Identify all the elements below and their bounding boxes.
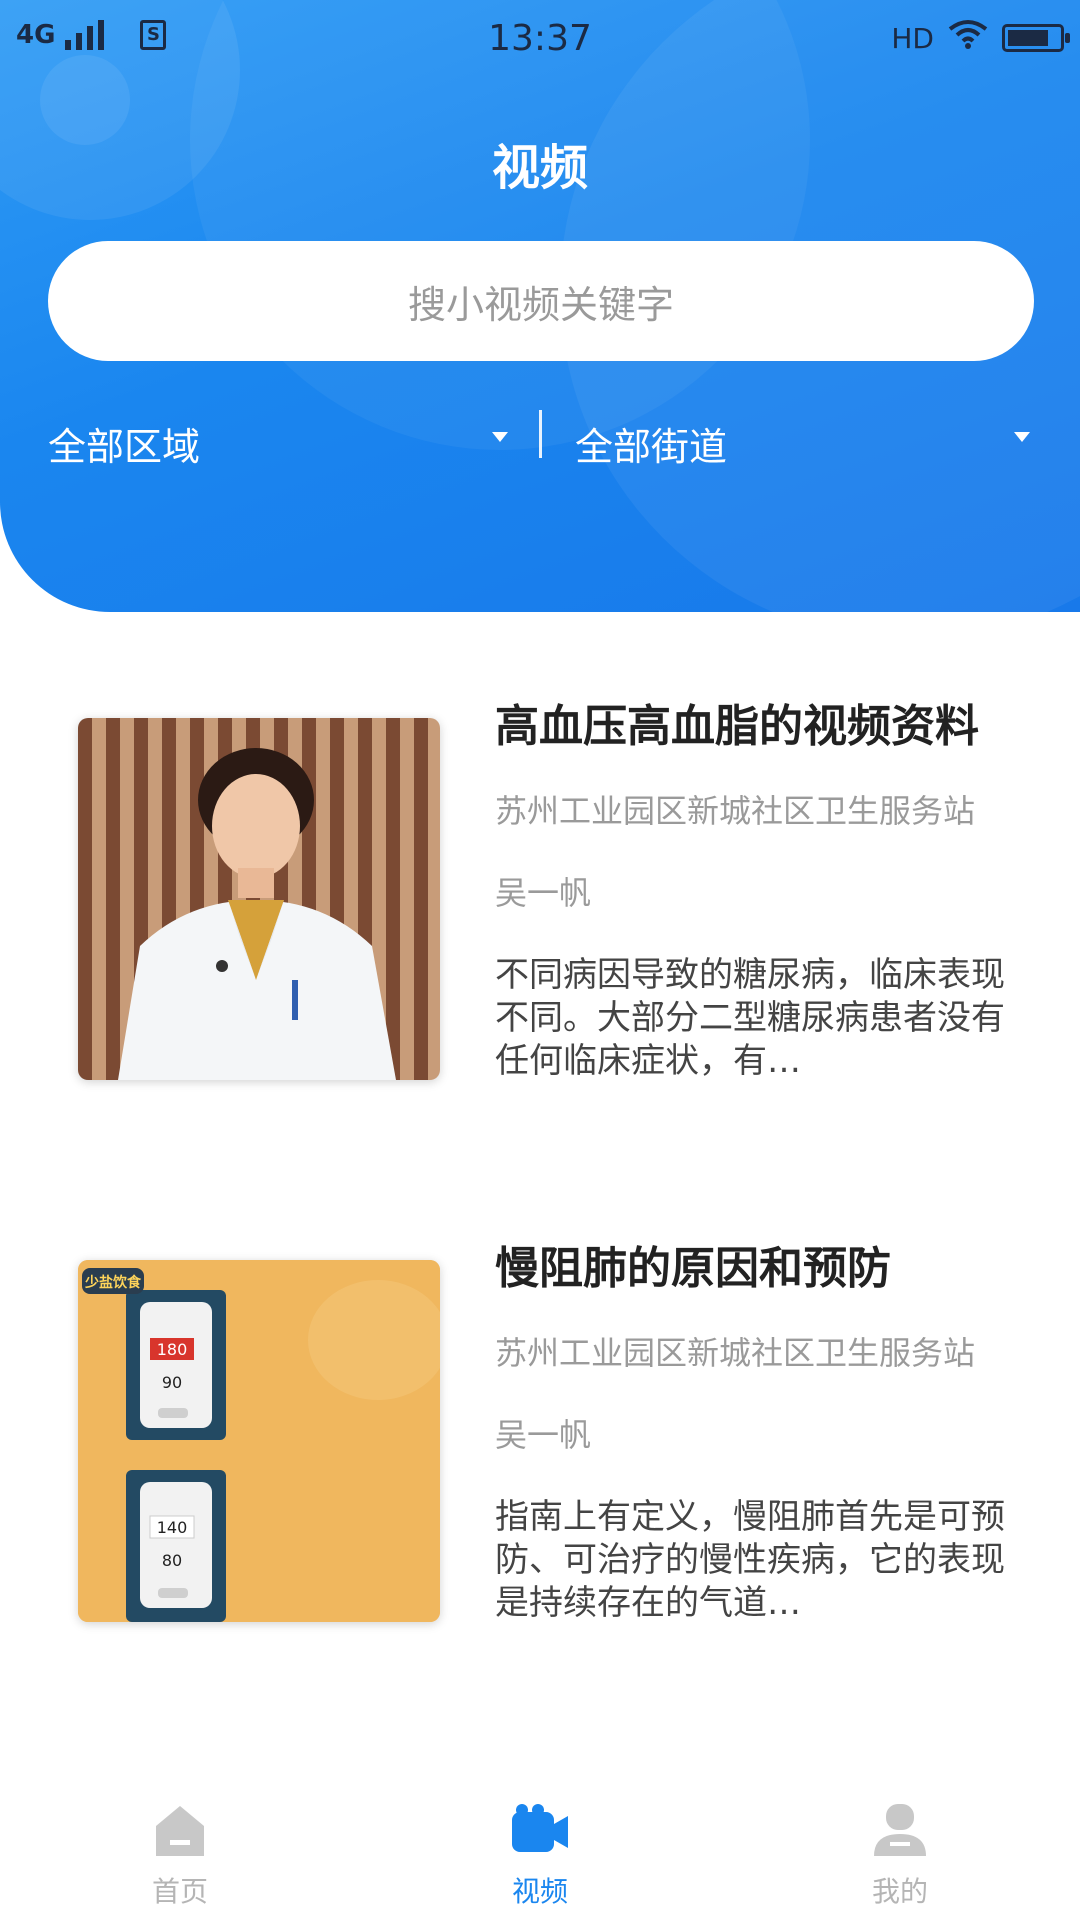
device-reading-1-bottom: 90	[162, 1373, 182, 1392]
video-thumbnail[interactable]	[78, 718, 440, 1080]
area-filter-label: 全部区域	[48, 425, 201, 469]
device-reading-2-top: 140	[157, 1518, 188, 1537]
tab-home-label: 首页	[151, 1875, 208, 1908]
video-title[interactable]: 慢阻肺的原因和预防	[495, 1232, 1040, 1296]
street-filter-label: 全部街道	[575, 425, 728, 469]
bottom-tab-bar: 首页 视频 我的	[0, 1790, 1080, 1920]
home-icon	[156, 1806, 204, 1856]
video-camera-icon	[512, 1804, 568, 1852]
video-card[interactable]: 180 90 140 80 少盐饮食 慢阻肺的原因和预防 苏州工业园区新城社区卫…	[0, 1232, 1080, 1623]
video-card[interactable]: 高血压高血脂的视频资料 苏州工业园区新城社区卫生服务站 吴一帆 不同病因导致的糖…	[0, 690, 1080, 1081]
video-author: 吴一帆	[495, 874, 592, 912]
status-bar: 4G S 13:37 HD	[0, 0, 1080, 80]
tab-video-label: 视频	[511, 1875, 568, 1908]
device-reading-2-bottom: 80	[162, 1551, 182, 1570]
hd-indicator: HD	[891, 21, 934, 55]
wifi-icon	[948, 18, 988, 58]
tab-home[interactable]: 首页	[80, 1790, 280, 1920]
device-reading-1-top: 180	[157, 1340, 188, 1359]
video-author: 吴一帆	[495, 1416, 592, 1454]
video-description: 不同病因导致的糖尿病，临床表现不同。大部分二型糖尿病患者没有任何临床症状，有…	[495, 955, 1005, 1081]
battery-icon	[1002, 24, 1070, 52]
search-placeholder: 搜小视频关键字	[407, 282, 674, 327]
caret-down-icon	[492, 432, 508, 442]
tab-mine-label: 我的	[871, 1875, 928, 1908]
search-input[interactable]: 搜小视频关键字	[48, 241, 1034, 361]
filter-divider	[539, 410, 542, 458]
area-filter-dropdown[interactable]: 全部区域	[48, 408, 508, 469]
video-thumbnail[interactable]: 180 90 140 80 少盐饮食	[78, 1260, 440, 1622]
street-filter-dropdown[interactable]: 全部街道	[575, 408, 1030, 469]
tab-video[interactable]: 视频	[440, 1790, 640, 1920]
page-title: 视频	[491, 140, 588, 196]
user-icon	[874, 1804, 926, 1856]
caret-down-icon	[1014, 432, 1030, 442]
video-organization: 苏州工业园区新城社区卫生服务站	[495, 1334, 976, 1372]
thumbnail-logo: 少盐饮食	[84, 1274, 142, 1291]
tab-mine[interactable]: 我的	[800, 1790, 1000, 1920]
video-description: 指南上有定义，慢阻肺首先是可预防、可治疗的慢性疾病，它的表现是持续存在的气道…	[495, 1497, 1005, 1623]
video-title[interactable]: 高血压高血脂的视频资料	[495, 690, 1040, 754]
video-organization: 苏州工业园区新城社区卫生服务站	[495, 792, 976, 830]
